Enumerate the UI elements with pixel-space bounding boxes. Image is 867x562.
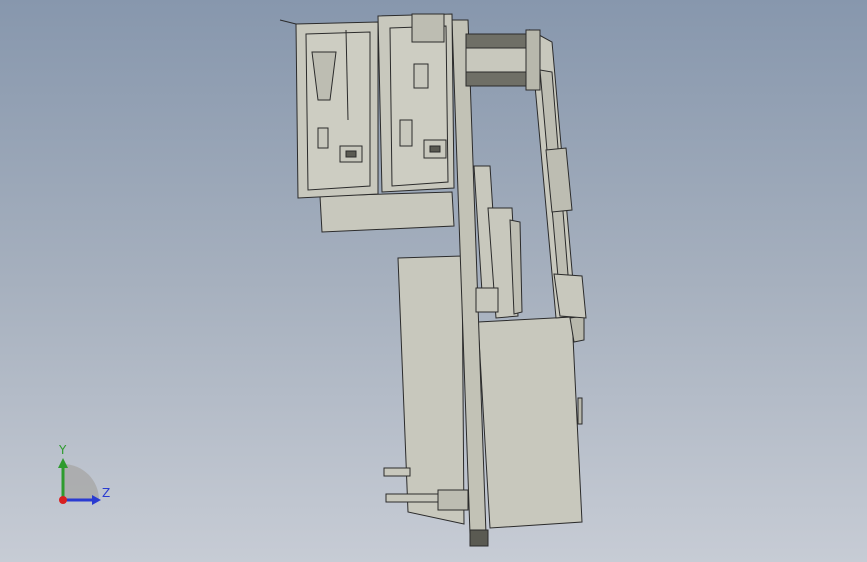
triad-quarter-disc	[63, 464, 99, 500]
triad-origin	[59, 496, 67, 504]
y-axis-arrowhead	[58, 458, 68, 468]
z-axis-label: Z	[102, 486, 111, 500]
axis-triad	[58, 458, 101, 505]
cad-viewport[interactable]: Y Z	[0, 0, 867, 562]
y-axis-label: Y	[59, 443, 67, 457]
